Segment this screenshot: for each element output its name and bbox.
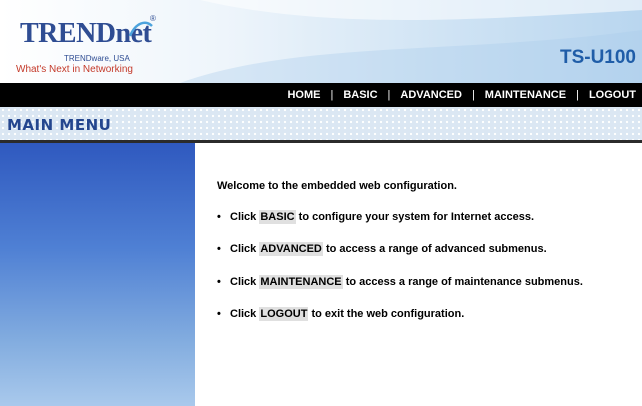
maintenance-link[interactable]: MAINTENANCE	[259, 275, 343, 289]
sidebar	[0, 143, 195, 406]
logo-subtitle: TRENDware, USA	[64, 54, 130, 63]
item-suffix: to exit the web configuration.	[308, 308, 465, 320]
item-prefix: Click	[230, 211, 260, 223]
item-suffix: to access a range of advanced submenus.	[322, 243, 547, 255]
item-prefix: Click	[230, 276, 260, 288]
list-item: • Click ADVANCED to access a range of adv…	[217, 242, 547, 256]
nav-separator: |	[576, 89, 579, 101]
item-prefix: Click	[230, 308, 260, 320]
welcome-text: Welcome to the embedded web configuratio…	[217, 180, 457, 192]
model-name: TS-U100	[559, 47, 636, 68]
nav-separator: |	[330, 89, 334, 101]
top-nav: HOME | BASIC | ADVANCED | MAINTENANCE | …	[0, 83, 642, 107]
page-title: MAIN MENU	[7, 116, 112, 134]
item-prefix: Click	[230, 243, 260, 255]
bullet: •	[217, 308, 221, 320]
nav-home[interactable]: HOME	[287, 89, 320, 101]
list-item: • Click BASIC to configure your system fo…	[217, 210, 534, 224]
item-suffix: to access a range of maintenance submenu…	[342, 276, 583, 288]
bullet: •	[217, 243, 221, 255]
nav-logout[interactable]: LOGOUT	[589, 89, 636, 101]
nav-maintenance[interactable]: MAINTENANCE	[485, 89, 566, 101]
page-title-bar: MAIN MENU	[0, 107, 642, 140]
bullet: •	[217, 276, 221, 288]
advanced-link[interactable]: ADVANCED	[259, 242, 323, 256]
nav-advanced[interactable]: ADVANCED	[400, 89, 462, 101]
bullet: •	[217, 211, 221, 223]
list-item: • Click MAINTENANCE to access a range of …	[217, 275, 583, 289]
nav-basic[interactable]: BASIC	[343, 89, 377, 101]
list-item: • Click LOGOUT to exit the web configurat…	[217, 307, 465, 321]
item-suffix: to configure your system for Internet ac…	[295, 211, 534, 223]
nav-separator: |	[387, 89, 391, 101]
registered-mark: ®	[150, 14, 156, 23]
nav-separator: |	[471, 89, 475, 101]
header: TRENDnet ® TRENDware, USA What's Next in…	[0, 0, 642, 83]
logo-tagline: What's Next in Networking	[16, 64, 133, 75]
trendnet-logo[interactable]: TRENDnet ® TRENDware, USA What's Next in…	[16, 14, 186, 84]
logout-link[interactable]: LOGOUT	[259, 307, 309, 321]
basic-link[interactable]: BASIC	[259, 210, 296, 224]
